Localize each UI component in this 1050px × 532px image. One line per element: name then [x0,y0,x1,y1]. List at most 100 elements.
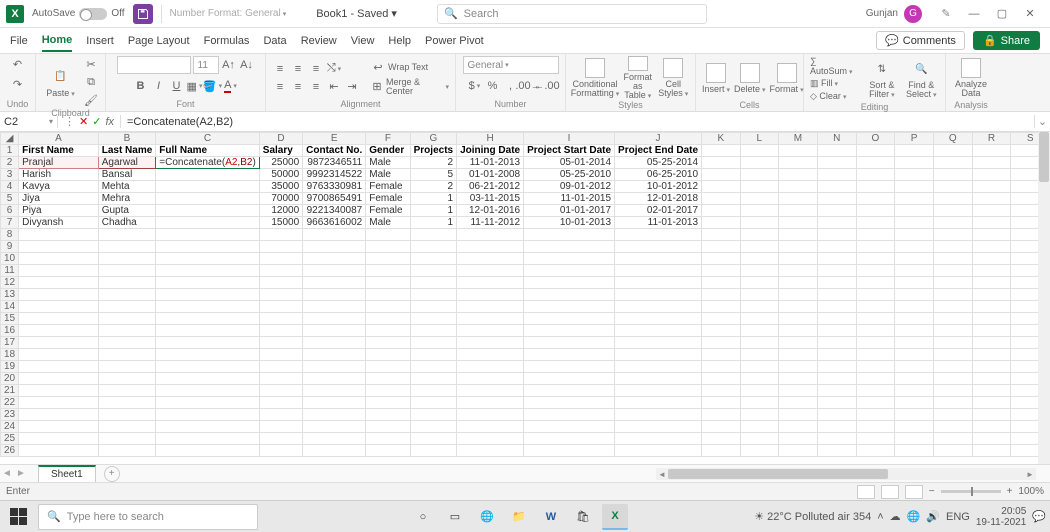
font-size-input[interactable]: 11 [193,56,219,74]
paste-button[interactable]: 📋 Paste [42,60,79,104]
page-break-view-icon[interactable] [905,485,923,499]
explorer-icon[interactable]: 📁 [506,504,532,530]
underline-icon[interactable]: U [169,78,185,94]
copy-icon[interactable]: ⧉ [83,74,99,90]
document-title[interactable]: Book1 - Saved ▾ [316,7,397,20]
analyze-data-button[interactable]: Analyze Data [952,56,990,100]
minimize-button[interactable]: — [960,0,988,28]
col-C[interactable]: C [156,133,259,145]
save-button[interactable] [133,4,153,24]
format-painter-icon[interactable]: 🖌 [83,92,99,108]
accounting-icon[interactable]: $ [467,78,483,94]
font-color-icon[interactable]: A [223,78,239,94]
tab-data[interactable]: Data [263,31,286,51]
tab-help[interactable]: Help [388,31,411,51]
number-format-select[interactable]: General [463,56,559,74]
tab-formulas[interactable]: Formulas [204,31,250,51]
italic-icon[interactable]: I [151,78,167,94]
col-B[interactable]: B [98,133,156,145]
vertical-scrollbar[interactable] [1038,132,1050,464]
align-top-icon[interactable]: ≡ [272,61,288,77]
onedrive-icon[interactable]: ☁ [890,510,901,523]
autosave-toggle[interactable] [79,8,107,20]
start-button[interactable] [4,503,32,531]
search-box[interactable]: 🔍 Search [437,4,707,24]
col-I[interactable]: I [524,133,615,145]
bold-icon[interactable]: B [133,78,149,94]
sort-filter-button[interactable]: ⇅Sort & Filter [864,57,899,101]
row-7[interactable]: 7DivyanshChadha150009663616002Male111-11… [1,217,1050,229]
tab-file[interactable]: File [10,31,28,51]
col-J[interactable]: J [615,133,702,145]
row-3[interactable]: 3HarishBansal500009992314522Male501-01-2… [1,169,1050,181]
decrease-font-icon[interactable]: A↓ [239,57,255,73]
row-6[interactable]: 6PiyaGupta120009221340087Female112-01-20… [1,205,1050,217]
border-icon[interactable]: ▦ [187,78,203,94]
align-right-icon[interactable]: ≡ [308,79,324,95]
delete-cells-button[interactable]: Delete [734,56,766,100]
weather-widget[interactable]: ☀ 22°C Polluted air 354 [754,510,871,523]
col-G[interactable]: G [410,133,456,145]
share-button[interactable]: 🔒 Share [973,31,1040,50]
user-name[interactable]: Gunjan [866,8,898,19]
align-middle-icon[interactable]: ≡ [290,61,306,77]
volume-icon[interactable]: 🔊 [926,510,940,523]
indent-inc-icon[interactable]: ⇥ [344,79,360,95]
select-all-corner[interactable]: ◢ [1,133,19,145]
zoom-slider[interactable] [941,490,1001,493]
sheet-nav-next[interactable]: ► [14,468,28,479]
network-icon[interactable]: 🌐 [907,510,921,523]
zoom-out-icon[interactable]: − [929,486,935,497]
merge-center-button[interactable]: ⊞Merge & Center [370,78,449,96]
language-indicator[interactable]: ENG [946,511,970,523]
cut-icon[interactable]: ✂ [83,56,99,72]
redo-icon[interactable]: ↷ [10,76,26,92]
format-cells-button[interactable]: Format [770,56,804,100]
column-headers[interactable]: ◢ ABCDEFGHIJKLMNOPQRS [1,133,1050,145]
comments-button[interactable]: 💬 Comments [876,31,965,50]
tray-chevron-icon[interactable]: ˄ [877,511,883,523]
taskbar-search[interactable]: 🔍 Type here to search [38,504,258,530]
page-layout-view-icon[interactable] [881,485,899,499]
system-clock[interactable]: 20:05 19-11-2021 [976,506,1026,528]
chrome-icon[interactable]: 🌐 [474,504,500,530]
col-F[interactable]: F [366,133,410,145]
store-icon[interactable]: 🛍 [570,504,596,530]
fx-icon[interactable]: fx [105,116,114,128]
tab-review[interactable]: Review [301,31,337,51]
row-5[interactable]: 5JiyaMehra700009700865491Female103-11-20… [1,193,1050,205]
align-left-icon[interactable]: ≡ [272,79,288,95]
number-format-quick[interactable]: Number Format: General [170,8,287,19]
format-as-table-button[interactable]: Format as Table [622,56,654,100]
fill-color-icon[interactable]: 🪣 [205,78,221,94]
excel-taskbar-icon[interactable]: X [602,504,628,530]
add-sheet-button[interactable]: + [104,466,120,482]
tab-home[interactable]: Home [42,30,73,52]
task-view-icon[interactable]: ▭ [442,504,468,530]
normal-view-icon[interactable] [857,485,875,499]
clear-button[interactable]: ◇ Clear [810,91,860,102]
conditional-formatting-button[interactable]: Conditional Formatting [572,56,618,100]
decrease-decimal-icon[interactable]: ←.00 [539,78,555,94]
hscroll-right-icon[interactable]: ► [1024,470,1036,479]
align-center-icon[interactable]: ≡ [290,79,306,95]
zoom-in-icon[interactable]: + [1007,486,1013,497]
find-select-button[interactable]: 🔍Find & Select [904,57,939,101]
indent-dec-icon[interactable]: ⇤ [326,79,342,95]
tab-insert[interactable]: Insert [86,31,114,51]
row-2[interactable]: 2 Pranjal Agarwal =Concatenate(A2,B2) 25… [1,157,1050,169]
col-H[interactable]: H [457,133,524,145]
autosum-button[interactable]: ∑ AutoSum [810,56,860,76]
wrap-text-button[interactable]: ↩Wrap Text [370,60,449,76]
sheet-tab-sheet1[interactable]: Sheet1 [38,465,96,482]
notifications-icon[interactable]: 💬 [1032,510,1046,523]
col-A[interactable]: A [19,133,99,145]
user-avatar[interactable]: G [904,5,922,23]
spreadsheet-grid[interactable]: ◢ ABCDEFGHIJKLMNOPQRS 1 First NameLast N… [0,132,1050,457]
formula-input[interactable]: =Concatenate(A2,B2) [121,116,1034,128]
zoom-level[interactable]: 100% [1018,486,1044,497]
active-cell[interactable]: =Concatenate(A2,B2) [156,157,259,169]
col-E[interactable]: E [303,133,366,145]
fill-button[interactable]: ▥ Fill [810,78,860,89]
word-icon[interactable]: W [538,504,564,530]
